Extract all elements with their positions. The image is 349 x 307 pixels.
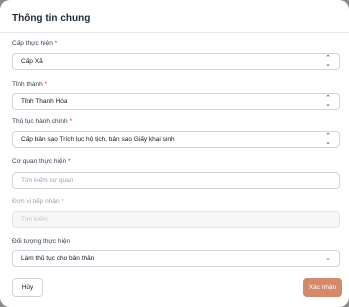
cancel-button[interactable]: Hủy (12, 278, 43, 297)
updown-chevron-icon: ⌃ ⌄ (325, 133, 331, 146)
province-select[interactable]: Tỉnh Thanh Hóa ⌃ ⌄ (12, 93, 340, 110)
field-label-province: Tỉnh thành * (12, 81, 48, 88)
executing-agency-search[interactable]: Tìm kiếm cơ quan (12, 172, 340, 189)
administrative-procedure-select[interactable]: Cấp bản sao Trích lục hộ tịch, bản sao G… (12, 131, 340, 148)
field-label-subject: Đối tượng thực hiện (12, 238, 71, 245)
updown-chevron-icon: ⌃ ⌄ (325, 95, 331, 108)
updown-chevron-icon: ⌃ ⌄ (325, 55, 331, 68)
field-label-execution-level: Cấp thực hiện * (12, 40, 58, 47)
receiving-unit-search[interactable]: Tìm kiếm (12, 211, 340, 228)
confirm-button[interactable]: Xác nhận (303, 278, 342, 297)
field-label-administrative-procedure: Thủ tục hành chính * (12, 118, 72, 125)
execution-level-select[interactable]: Cấp Xã ⌃ ⌄ (12, 53, 340, 70)
general-info-modal: Thông tin chung Cấp thực hiện * Cấp Xã ⌃… (0, 0, 349, 307)
field-label-receiving-unit: Đơn vị tiếp nhận * (12, 198, 64, 205)
title-divider (0, 32, 349, 33)
subject-dropdown[interactable]: Làm thủ tục cho bản thân ⌄ (12, 250, 340, 267)
modal-title: Thông tin chung (12, 13, 91, 24)
field-label-executing-agency: Cơ quan thực hiện * (12, 158, 71, 165)
chevron-down-icon: ⌄ (325, 255, 331, 262)
